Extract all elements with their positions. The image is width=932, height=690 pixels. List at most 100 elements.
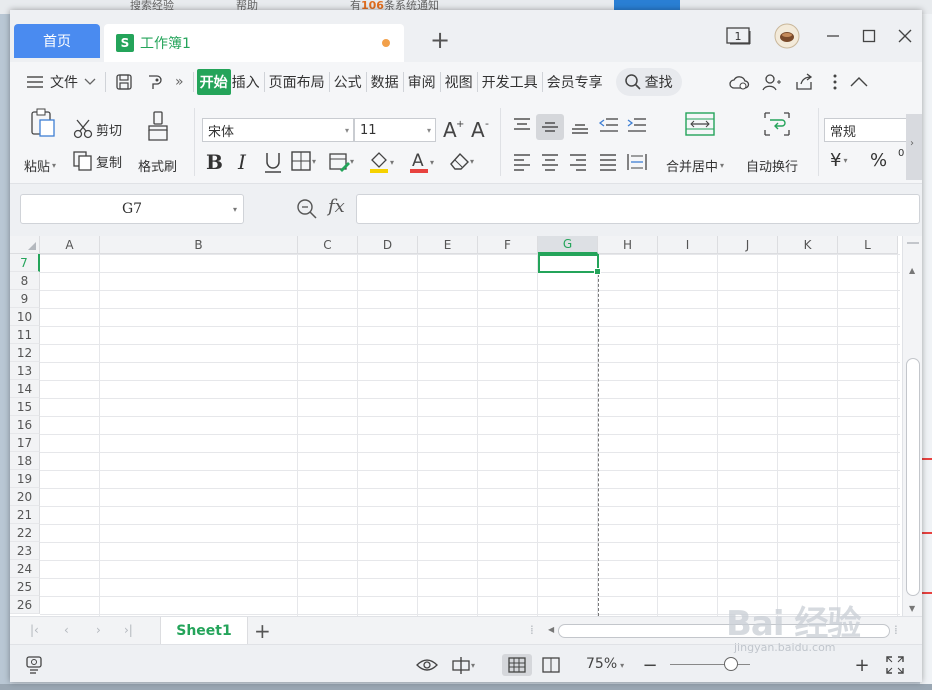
prev-sheet-arrow[interactable]: ‹: [64, 623, 69, 637]
font-size-select[interactable]: 11 ▾: [354, 118, 436, 142]
row-header-22[interactable]: 22: [10, 524, 40, 542]
column-header-k[interactable]: K: [778, 236, 838, 254]
tab-member[interactable]: 会员专享: [546, 69, 604, 95]
decimal-format-button[interactable]: 0: [898, 148, 904, 159]
row-header-8[interactable]: 8: [10, 272, 40, 290]
share-user-button[interactable]: [756, 68, 788, 96]
row-header-17[interactable]: 17: [10, 434, 40, 452]
zoom-in-button[interactable]: +: [854, 654, 870, 676]
tab-home[interactable]: 首页: [14, 24, 100, 58]
align-right-button[interactable]: [568, 152, 588, 172]
row-header-21[interactable]: 21: [10, 506, 40, 524]
decrease-font-button[interactable]: A-: [470, 118, 492, 140]
align-bottom-button[interactable]: [570, 116, 590, 136]
formula-input[interactable]: [356, 194, 920, 224]
underline-button[interactable]: [262, 150, 284, 174]
row-header-10[interactable]: 10: [10, 308, 40, 326]
justify-button[interactable]: [598, 152, 618, 172]
tab-review[interactable]: 审阅: [407, 69, 437, 95]
tab-view[interactable]: 视图: [444, 69, 474, 95]
column-header-l[interactable]: L: [838, 236, 898, 254]
cloud-sync-button[interactable]: [722, 68, 756, 96]
next-sheet-arrow[interactable]: ›: [96, 623, 101, 637]
close-button[interactable]: [894, 24, 916, 48]
more-quick-tools[interactable]: »: [169, 68, 190, 96]
normal-view-button[interactable]: [502, 654, 532, 676]
column-header-f[interactable]: F: [478, 236, 538, 254]
tab-data[interactable]: 数据: [370, 69, 400, 95]
bold-button[interactable]: B: [206, 150, 223, 174]
row-header-23[interactable]: 23: [10, 542, 40, 560]
paste-button[interactable]: 粘贴 ▾: [24, 156, 56, 175]
clear-format-button[interactable]: ▾: [448, 150, 474, 172]
row-header-20[interactable]: 20: [10, 488, 40, 506]
vertical-scrollbar[interactable]: ▲ ▼: [902, 236, 922, 616]
minimize-button[interactable]: [822, 24, 844, 48]
font-color-button[interactable]: A ▾: [408, 150, 434, 174]
split-handle[interactable]: [907, 242, 919, 244]
wrap-text-icon-button[interactable]: [762, 110, 792, 138]
input-method-button[interactable]: ▾: [446, 654, 480, 676]
row-header-14[interactable]: 14: [10, 380, 40, 398]
merge-center-button[interactable]: 合并居中 ▾: [666, 156, 724, 175]
tab-workbook[interactable]: S 工作簿1: [104, 24, 404, 62]
column-header-d[interactable]: D: [358, 236, 418, 254]
merge-center-icon-button[interactable]: [684, 110, 716, 138]
page-break-view-button[interactable]: [536, 654, 566, 676]
active-cell-g7[interactable]: [538, 254, 601, 275]
cell-area[interactable]: [40, 254, 900, 616]
file-menu-button[interactable]: 文件: [20, 68, 102, 96]
row-header-24[interactable]: 24: [10, 560, 40, 578]
tab-split-handle[interactable]: ⁞: [530, 623, 534, 637]
distribute-button[interactable]: [626, 152, 648, 172]
italic-button[interactable]: I: [238, 150, 246, 174]
scroll-down-arrow[interactable]: ▼: [909, 604, 915, 613]
tab-insert[interactable]: 插入: [231, 69, 261, 95]
name-box[interactable]: G7 ▾: [20, 194, 244, 224]
hscroll-split-handle[interactable]: ⁞: [894, 623, 898, 637]
percent-format-button[interactable]: %: [870, 150, 887, 171]
align-top-button[interactable]: [512, 116, 532, 136]
zoom-out-button[interactable]: −: [642, 654, 658, 676]
column-header-j[interactable]: J: [718, 236, 778, 254]
first-sheet-arrow[interactable]: |‹: [30, 623, 39, 637]
tab-developer[interactable]: 开发工具: [481, 69, 539, 95]
cut-button[interactable]: 剪切: [72, 118, 122, 140]
search-button[interactable]: 查找: [615, 68, 682, 96]
increase-font-button[interactable]: A +: [442, 118, 464, 140]
row-header-25[interactable]: 25: [10, 578, 40, 596]
add-sheet-button[interactable]: +: [254, 619, 271, 643]
fullscreen-button[interactable]: [884, 654, 906, 676]
column-header-a[interactable]: A: [40, 236, 100, 254]
column-header-e[interactable]: E: [418, 236, 478, 254]
row-header-16[interactable]: 16: [10, 416, 40, 434]
share-button[interactable]: [788, 68, 820, 96]
add-tab-button[interactable]: +: [430, 28, 450, 52]
scroll-up-arrow[interactable]: ▲: [909, 266, 915, 275]
sheet-tab-sheet1[interactable]: Sheet1: [160, 617, 248, 645]
user-avatar[interactable]: [772, 23, 802, 49]
zoom-level-select[interactable]: 75% ▾: [586, 656, 624, 672]
save-button[interactable]: [109, 68, 139, 96]
row-header-18[interactable]: 18: [10, 452, 40, 470]
scroll-left-arrow[interactable]: ◀: [548, 625, 554, 634]
cell-style-button[interactable]: ▾: [328, 150, 354, 172]
copy-button[interactable]: 复制: [72, 150, 122, 172]
row-header-15[interactable]: 15: [10, 398, 40, 416]
zoom-formula-button[interactable]: [296, 198, 318, 224]
row-header-19[interactable]: 19: [10, 470, 40, 488]
select-all-corner[interactable]: [10, 236, 40, 254]
column-header-g[interactable]: G: [538, 236, 598, 254]
format-brush-quick-button[interactable]: [139, 68, 169, 96]
collapse-ribbon-button[interactable]: [844, 68, 874, 96]
row-header-11[interactable]: 11: [10, 326, 40, 344]
paste-icon-button[interactable]: [28, 108, 58, 138]
border-button[interactable]: ▾: [290, 150, 316, 172]
number-format-select[interactable]: 常规: [824, 118, 908, 142]
vertical-scroll-thumb[interactable]: [906, 358, 920, 596]
tab-start[interactable]: 开始: [196, 69, 231, 95]
font-name-select[interactable]: 宋体 ▾: [202, 118, 354, 142]
align-center-button[interactable]: [540, 152, 560, 172]
format-painter-button[interactable]: 格式刷: [138, 156, 177, 175]
column-header-i[interactable]: I: [658, 236, 718, 254]
